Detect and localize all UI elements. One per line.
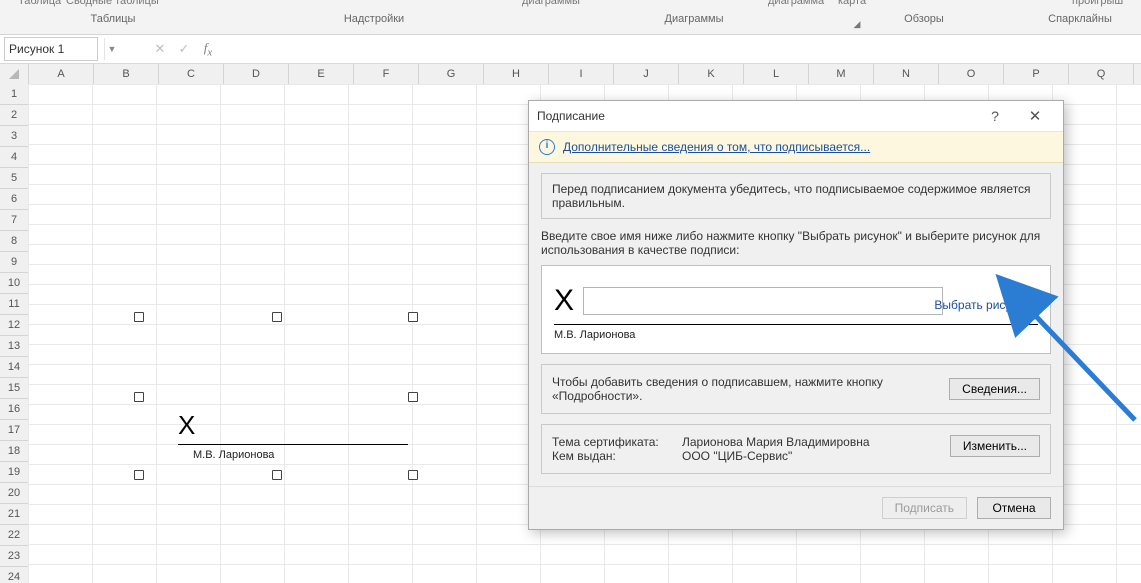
- warning-text: Перед подписанием документа убедитесь, ч…: [541, 173, 1051, 219]
- dialog-title: Подписание: [537, 109, 975, 123]
- cert-issuer-label: Кем выдан:: [552, 449, 682, 463]
- cert-issuer-value: ООО "ЦИБ-Сервис": [682, 449, 950, 463]
- signature-name-input[interactable]: [583, 287, 943, 315]
- row-header[interactable]: 13: [0, 336, 28, 357]
- row-header[interactable]: 6: [0, 189, 28, 210]
- dialog-titlebar[interactable]: Подписание ? ✕: [529, 101, 1063, 132]
- info-icon: i: [539, 139, 555, 155]
- formula-input[interactable]: [223, 39, 1137, 59]
- col-header[interactable]: J: [614, 64, 679, 84]
- col-header[interactable]: N: [874, 64, 939, 84]
- sign-button[interactable]: Подписать: [882, 497, 967, 519]
- ribbon-group-charts: Диаграммы◢: [522, 10, 866, 34]
- row-header[interactable]: 1: [0, 84, 28, 105]
- col-header[interactable]: O: [939, 64, 1004, 84]
- resize-handle[interactable]: [134, 392, 144, 402]
- ribbon-upper-fragment: Таблица Сводные таблицы диаграммы диагра…: [0, 0, 1141, 10]
- row-header[interactable]: 15: [0, 378, 28, 399]
- row-header[interactable]: 7: [0, 210, 28, 231]
- formula-bar: ▼ ✕ ✓ fx: [0, 35, 1141, 64]
- certificate-panel: Тема сертификата: Кем выдан: Ларионова М…: [541, 424, 1051, 474]
- signature-x: X: [178, 410, 195, 441]
- row-header[interactable]: 10: [0, 273, 28, 294]
- row-header[interactable]: 3: [0, 126, 28, 147]
- cert-topic-label: Тема сертификата:: [552, 435, 682, 449]
- name-box-dropdown-icon[interactable]: ▼: [104, 38, 119, 60]
- col-header[interactable]: C: [159, 64, 224, 84]
- details-button[interactable]: Сведения...: [949, 378, 1040, 400]
- cancel-button[interactable]: Отмена: [977, 497, 1051, 519]
- signature-underline: [178, 444, 408, 445]
- column-headers: A B C D E F G H I J K L M N O P Q: [0, 64, 1141, 85]
- col-header[interactable]: B: [94, 64, 159, 84]
- col-header[interactable]: L: [744, 64, 809, 84]
- dialog-launcher-icon[interactable]: ◢: [850, 18, 864, 32]
- fx-icon[interactable]: fx: [199, 40, 217, 59]
- col-header[interactable]: A: [29, 64, 94, 84]
- col-header[interactable]: E: [289, 64, 354, 84]
- row-header[interactable]: 8: [0, 231, 28, 252]
- dialog-buttons: Подписать Отмена: [529, 486, 1063, 529]
- row-header[interactable]: 14: [0, 357, 28, 378]
- cancel-formula-icon[interactable]: ✕: [151, 41, 169, 57]
- ribbon-group-sparklines: Спарклайны: [982, 10, 1141, 34]
- col-header[interactable]: Q: [1069, 64, 1134, 84]
- row-header[interactable]: 12: [0, 315, 28, 336]
- resize-handle[interactable]: [408, 392, 418, 402]
- name-box[interactable]: [4, 37, 98, 61]
- row-header[interactable]: 23: [0, 546, 28, 567]
- details-panel: Чтобы добавить сведения о подписавшем, н…: [541, 364, 1051, 414]
- col-header[interactable]: H: [484, 64, 549, 84]
- more-info-link[interactable]: Дополнительные сведения о том, что подпи…: [563, 140, 870, 154]
- select-all-corner[interactable]: [0, 64, 29, 84]
- resize-handle[interactable]: [134, 470, 144, 480]
- row-header[interactable]: 21: [0, 504, 28, 525]
- signer-name-label: М.В. Ларионова: [554, 329, 1038, 341]
- col-header[interactable]: M: [809, 64, 874, 84]
- row-header[interactable]: 17: [0, 420, 28, 441]
- row-header[interactable]: 24: [0, 567, 28, 583]
- ribbon-groups: Таблицы Надстройки Диаграммы◢ Обзоры Спа…: [0, 10, 1141, 35]
- resize-handle[interactable]: [408, 470, 418, 480]
- ribbon-group-tables: Таблицы: [0, 10, 226, 34]
- change-cert-button[interactable]: Изменить...: [950, 435, 1040, 457]
- resize-handle[interactable]: [408, 312, 418, 322]
- signature-input-box: X Выбрать рисунок... М.В. Ларионова: [541, 265, 1051, 354]
- ribbon-group-tours: Обзоры: [866, 10, 982, 34]
- resize-handle[interactable]: [272, 470, 282, 480]
- row-header[interactable]: 20: [0, 483, 28, 504]
- sign-dialog: Подписание ? ✕ i Дополнительные сведения…: [528, 100, 1064, 530]
- row-header[interactable]: 2: [0, 105, 28, 126]
- cert-topic-value: Ларионова Мария Владимировна: [682, 435, 950, 449]
- resize-handle[interactable]: [134, 312, 144, 322]
- col-header[interactable]: K: [679, 64, 744, 84]
- row-header[interactable]: 11: [0, 294, 28, 315]
- col-header[interactable]: I: [549, 64, 614, 84]
- col-header[interactable]: P: [1004, 64, 1069, 84]
- row-header[interactable]: 16: [0, 399, 28, 420]
- signature-line-object[interactable]: X М.В. Ларионова: [138, 316, 414, 476]
- info-bar: i Дополнительные сведения о том, что под…: [529, 132, 1063, 163]
- col-header[interactable]: D: [224, 64, 289, 84]
- col-header[interactable]: G: [419, 64, 484, 84]
- instruction-text: Введите свое имя ниже либо нажмите кнопк…: [541, 229, 1051, 257]
- signature-x-label: X: [554, 284, 574, 318]
- row-header[interactable]: 18: [0, 441, 28, 462]
- details-text: Чтобы добавить сведения о подписавшем, н…: [552, 375, 941, 403]
- resize-handle[interactable]: [272, 312, 282, 322]
- row-header[interactable]: 19: [0, 462, 28, 483]
- signature-underline: [554, 324, 1038, 325]
- row-header[interactable]: 5: [0, 168, 28, 189]
- row-header[interactable]: 4: [0, 147, 28, 168]
- choose-picture-link[interactable]: Выбрать рисунок...: [934, 298, 1040, 312]
- close-icon[interactable]: ✕: [1015, 107, 1055, 125]
- signature-name: М.В. Ларионова: [193, 449, 274, 461]
- col-header[interactable]: F: [354, 64, 419, 84]
- row-header[interactable]: 22: [0, 525, 28, 546]
- row-header[interactable]: 9: [0, 252, 28, 273]
- row-headers: 1 2 3 4 5 6 7 8 9 10 11 12 13 14 15 16 1…: [0, 84, 29, 583]
- ribbon-group-addins: Надстройки: [226, 10, 522, 34]
- enter-formula-icon[interactable]: ✓: [175, 41, 193, 57]
- help-icon[interactable]: ?: [975, 108, 1015, 124]
